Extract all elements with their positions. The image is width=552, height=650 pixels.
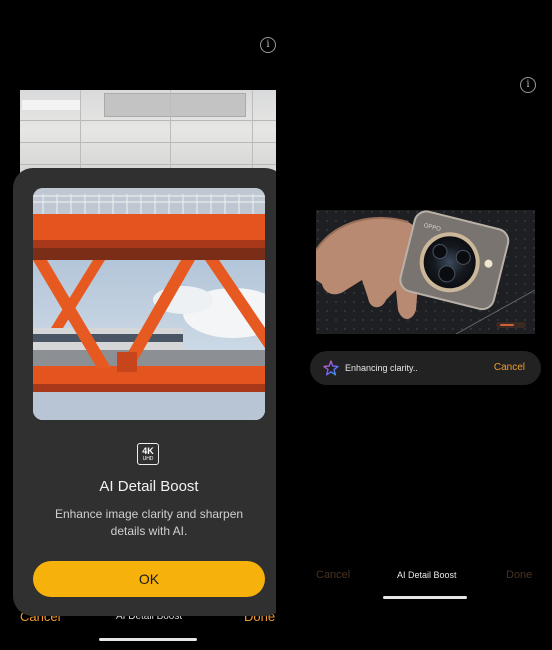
- enhancing-status-bar: Enhancing clarity.. Cancel: [310, 351, 541, 385]
- info-icon[interactable]: i: [520, 77, 536, 93]
- ai-detail-boost-dialog: 4K UHD AI Detail Boost Enhance image cla…: [13, 168, 276, 616]
- dialog-description: Enhance image clarity and sharpen detail…: [54, 507, 244, 538]
- cancel-enhance-button[interactable]: Cancel: [494, 362, 525, 373]
- processing-photo: OPPO: [316, 210, 535, 334]
- right-screen: i OPPO Enhancing clarity.. Cancel Cancel…: [276, 0, 552, 650]
- toolbar-title: AI Detail Boost: [397, 570, 457, 580]
- dialog-title: AI Detail Boost: [99, 478, 199, 495]
- bottom-toolbar: Cancel AI Detail Boost Done: [276, 568, 552, 584]
- sparkle-star-icon: [323, 360, 339, 376]
- left-screen: i Cancel AI Detail Boost Done 4K UHD AI …: [0, 0, 276, 650]
- cancel-button[interactable]: Cancel: [316, 569, 350, 581]
- preview-image: [33, 188, 265, 420]
- home-indicator[interactable]: [99, 638, 197, 641]
- ok-button[interactable]: OK: [33, 561, 265, 597]
- done-button[interactable]: Done: [506, 569, 532, 581]
- home-indicator[interactable]: [383, 596, 467, 599]
- info-icon[interactable]: i: [260, 37, 276, 53]
- enhancing-status-text: Enhancing clarity..: [345, 363, 418, 373]
- 4k-uhd-icon: 4K UHD: [137, 443, 159, 465]
